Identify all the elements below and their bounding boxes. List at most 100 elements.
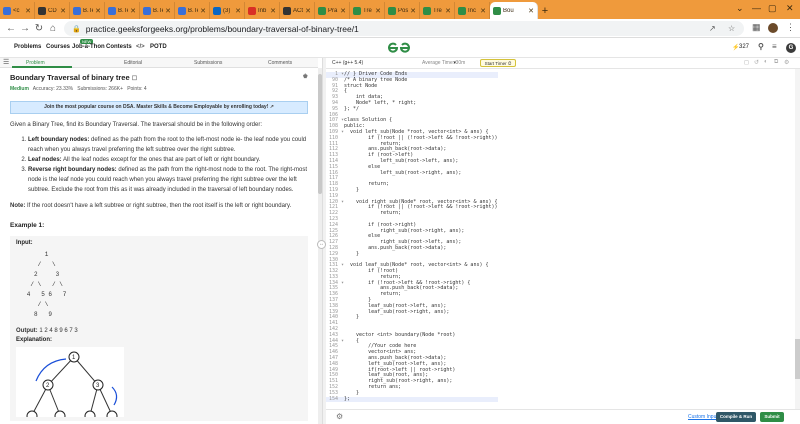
problem-intro: Given a Binary Tree, find its Boundary T… bbox=[10, 122, 263, 128]
code-text[interactable]: }; bbox=[344, 396, 350, 402]
bookmark-star-icon[interactable]: ☆ bbox=[728, 24, 735, 33]
tab-close-icon[interactable]: ✕ bbox=[375, 7, 381, 15]
browser-tab[interactable]: B.Te✕ bbox=[175, 2, 210, 19]
tab-close-icon[interactable]: ✕ bbox=[165, 7, 171, 15]
submit-button[interactable]: Submit bbox=[760, 412, 784, 422]
browser-tab[interactable]: B.Te✕ bbox=[105, 2, 140, 19]
minimize-window-button[interactable]: — bbox=[752, 3, 761, 13]
maximize-window-button[interactable]: ▢ bbox=[768, 3, 777, 14]
browser-tab[interactable]: (3) ✕ bbox=[210, 2, 245, 19]
compile-run-button[interactable]: Compile & Run bbox=[716, 412, 756, 422]
browser-tab[interactable]: CD ✕ bbox=[35, 2, 70, 19]
tab-comments[interactable]: Comments bbox=[268, 60, 292, 66]
browser-tab[interactable]: B.Te✕ bbox=[140, 2, 175, 19]
nav-contests[interactable]: Contests bbox=[106, 44, 132, 50]
tab-close-icon[interactable]: ✕ bbox=[480, 7, 486, 15]
browser-tab[interactable]: Pos ✕ bbox=[385, 2, 420, 19]
tab-close-icon[interactable]: ✕ bbox=[340, 7, 346, 15]
average-time: Average Time: 30m bbox=[422, 60, 466, 66]
course-promo-banner[interactable]: Join the most popular course on DSA. Mas… bbox=[10, 101, 308, 114]
tab-close-icon[interactable]: ✕ bbox=[95, 7, 101, 15]
copy-icon[interactable]: ⧉ bbox=[774, 59, 778, 66]
tab-favicon-icon bbox=[178, 6, 186, 15]
minimize-icon[interactable]: ⌄ bbox=[736, 3, 744, 14]
tab-close-icon[interactable]: ✕ bbox=[528, 7, 534, 15]
tab-label: B.Te bbox=[83, 7, 93, 14]
browser-tab[interactable]: Tre ✕ bbox=[420, 2, 455, 19]
problem-title-text: Boundary Traversal of binary tree bbox=[10, 73, 130, 82]
tab-label: B.Te bbox=[153, 7, 163, 14]
problem-note: Note: If the root doesn't have a left su… bbox=[10, 201, 308, 211]
tab-label: Bou bbox=[503, 7, 514, 14]
custom-input-link[interactable]: Custom Input bbox=[688, 414, 718, 420]
tab-close-icon[interactable]: ✕ bbox=[270, 7, 276, 15]
tab-close-icon[interactable]: ✕ bbox=[445, 7, 451, 15]
browser-tab[interactable]: B.Te✕ bbox=[70, 2, 105, 19]
share-icon[interactable]: ↗ bbox=[709, 24, 716, 33]
code-text[interactable]: ans.push_back(root->data); bbox=[344, 245, 446, 251]
nav-potd[interactable]: POTD bbox=[150, 44, 167, 50]
browser-tab[interactable]: <c ✕ bbox=[0, 2, 35, 19]
grid-menu-icon[interactable]: ≡ bbox=[772, 42, 777, 51]
home-icon[interactable]: ⌂ bbox=[46, 23, 60, 34]
code-text[interactable]: } bbox=[344, 251, 359, 257]
nav-job-a-thon[interactable]: Job-a-Thon bbox=[72, 44, 105, 50]
tab-close-icon[interactable]: ✕ bbox=[410, 7, 416, 15]
pane-resize-handle-icon[interactable]: ↔ bbox=[317, 240, 326, 249]
user-avatar[interactable]: G bbox=[786, 43, 796, 53]
code-text[interactable]: leaf_sub(root->right, ans); bbox=[344, 309, 449, 315]
reset-icon[interactable]: ↺ bbox=[754, 59, 759, 66]
tab-close-icon[interactable]: ✕ bbox=[130, 7, 136, 15]
code-text[interactable]: } bbox=[344, 187, 359, 193]
tab-label: CD bbox=[48, 7, 57, 14]
theme-icon[interactable]: ◐ bbox=[764, 59, 768, 65]
code-line[interactable]: 154}; bbox=[326, 396, 498, 403]
code-editor[interactable]: 1 ▾// } Driver Code Ends 90/* A binary tre… bbox=[326, 69, 800, 409]
forward-icon[interactable]: → bbox=[18, 23, 32, 34]
fullscreen-icon[interactable]: ◻ bbox=[744, 59, 749, 66]
nav-problems[interactable]: Problems bbox=[14, 44, 41, 50]
reload-icon[interactable]: ↻ bbox=[32, 23, 46, 34]
bookmark-icon[interactable]: ☐ bbox=[132, 76, 137, 82]
browser-tab[interactable]: Bou ✕ bbox=[490, 2, 538, 19]
reading-mode-icon[interactable]: ▦ bbox=[752, 22, 761, 33]
code-text[interactable]: left_sub(root->right, ans); bbox=[344, 170, 461, 176]
browser-menu-icon[interactable]: ⋮ bbox=[786, 22, 795, 33]
tab-close-icon[interactable]: ✕ bbox=[305, 7, 311, 15]
tab-editorial[interactable]: Editorial bbox=[124, 60, 142, 66]
gfg-logo-icon[interactable] bbox=[388, 40, 410, 56]
url-field[interactable]: 🔒 practice.geeksforgeeks.org/problems/bo… bbox=[64, 21, 744, 36]
tab-favicon-icon bbox=[3, 6, 11, 15]
browser-tab[interactable]: Inc ✕ bbox=[455, 2, 490, 19]
nav-courses[interactable]: Courses bbox=[46, 44, 70, 50]
code-text[interactable]: return; bbox=[344, 210, 401, 216]
search-icon[interactable]: ⚲ bbox=[758, 42, 764, 51]
browser-tab[interactable]: Tre ✕ bbox=[350, 2, 385, 19]
scrollbar-thumb[interactable] bbox=[795, 339, 800, 379]
editor-settings-icon[interactable]: ⚙ bbox=[784, 59, 789, 66]
accuracy-text: Accuracy: 23.33% bbox=[32, 86, 74, 92]
browser-tab[interactable]: Pra ✕ bbox=[315, 2, 350, 19]
site-header: Problems Courses NEW Job-a-Thon Contests… bbox=[0, 38, 800, 58]
tab-close-icon[interactable]: ✕ bbox=[235, 7, 241, 15]
profile-avatar[interactable] bbox=[768, 23, 778, 33]
tab-submissions[interactable]: Submissions bbox=[194, 60, 222, 66]
close-window-button[interactable]: ✕ bbox=[786, 3, 794, 14]
code-text[interactable]: struct Node bbox=[344, 83, 377, 89]
new-tab-button[interactable]: + bbox=[538, 2, 552, 19]
code-text[interactable]: } bbox=[344, 314, 359, 321]
tab-close-icon[interactable]: ✕ bbox=[60, 7, 66, 15]
browser-tab[interactable]: ACt ✕ bbox=[280, 2, 315, 19]
start-timer-button[interactable]: Start Timer ⏱ bbox=[480, 59, 516, 67]
tab-label: (3) bbox=[223, 7, 231, 14]
hamburger-icon[interactable]: ☰ bbox=[3, 58, 9, 66]
code-text[interactable]: }; */ bbox=[344, 106, 359, 112]
editor-scrollbar[interactable] bbox=[795, 69, 800, 409]
tab-close-icon[interactable]: ✕ bbox=[25, 7, 31, 15]
back-icon[interactable]: ← bbox=[4, 23, 18, 34]
tab-close-icon[interactable]: ✕ bbox=[200, 7, 206, 15]
code-lines[interactable]: 1 ▾// } Driver Code Ends 90/* A binary tre… bbox=[326, 71, 498, 403]
browser-tab[interactable]: Inb ✕ bbox=[245, 2, 280, 19]
gear-icon[interactable]: ⚙ bbox=[336, 412, 343, 421]
code-text[interactable]: vector <int> boundary(Node *root) bbox=[344, 332, 455, 338]
